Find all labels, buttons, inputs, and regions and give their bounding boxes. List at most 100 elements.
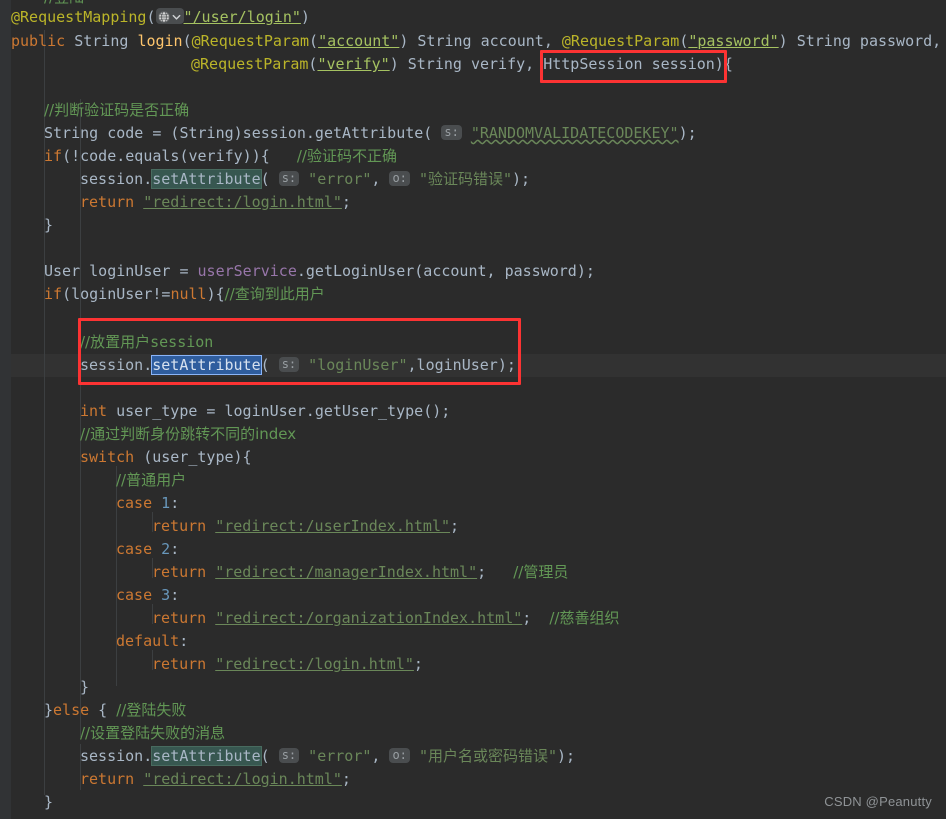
annotation-requestparam: @RequestParam <box>191 32 310 50</box>
code-line[interactable]: public String login(@RequestParam("accou… <box>11 30 941 53</box>
code-line[interactable]: }else { //登陆失败 <box>44 699 186 722</box>
switch-expression: (user_type){ <box>134 448 252 466</box>
string-redirect-login[interactable]: "redirect:/login.html" <box>143 770 342 788</box>
code-line[interactable]: session.setAttribute( s: "error", o: "用户… <box>80 745 575 768</box>
paren: ) <box>300 8 310 26</box>
keyword-return: return <box>152 655 207 673</box>
chevron-down-icon[interactable] <box>171 10 182 24</box>
case-value-3: 3 <box>161 586 171 604</box>
params-after-verify: ) String verify, <box>389 55 544 73</box>
param-verify[interactable]: "verify" <box>317 55 389 73</box>
method-setattribute-selected[interactable]: setAttribute <box>151 355 262 375</box>
params-after-password: ) String password, <box>778 32 942 50</box>
if-condition: (!code.equals(verify)){ <box>62 147 270 165</box>
code-line[interactable]: if(!code.equals(verify)){ //验证码不正确 <box>44 145 397 168</box>
type-string: String <box>74 32 129 50</box>
code-line[interactable]: session.setAttribute( s: "error", o: "验证… <box>80 168 530 191</box>
method-name-login[interactable]: login <box>137 32 182 50</box>
code-line[interactable]: //判断验证码是否正确 <box>44 99 189 122</box>
code-line[interactable]: return "redirect:/login.html"; <box>80 191 351 214</box>
param-password[interactable]: "password" <box>688 32 778 50</box>
string-redirect-userindex[interactable]: "redirect:/userIndex.html" <box>215 517 450 535</box>
code-line[interactable]: if(loginUser!=null){//查询到此用户 <box>44 283 325 306</box>
string-redirect-managerindex[interactable]: "redirect:/managerIndex.html" <box>215 563 477 581</box>
param-hint-o: o: <box>389 748 410 763</box>
param-hint-s: s: <box>278 357 300 372</box>
comment-put-user-session-cn: //放置用户 <box>80 333 151 351</box>
method-setattribute[interactable]: setAttribute <box>151 746 262 766</box>
comment-check-captcha: //判断验证码是否正确 <box>44 101 190 119</box>
keyword-return: return <box>152 609 207 627</box>
code-line[interactable]: @RequestParam("verify") String verify, H… <box>191 53 733 76</box>
code-line[interactable]: int user_type = loginUser.getUser_type()… <box>80 400 450 423</box>
code-line[interactable]: //通过判断身份跳转不同的index <box>80 423 296 446</box>
web-mapping-gutter-icon[interactable] <box>155 8 184 24</box>
string-error[interactable]: "error" <box>308 747 371 765</box>
code-line[interactable]: User loginUser = userService.getLoginUse… <box>44 260 595 283</box>
string-captcha-error-msg[interactable]: "验证码错误" <box>419 170 512 188</box>
annotation-requestparam-2: @RequestParam <box>561 32 680 50</box>
code-line[interactable]: } <box>44 214 53 237</box>
code-line[interactable]: @RequestMapping("/user/login") <box>11 6 310 29</box>
keyword-null: null <box>170 285 207 303</box>
keyword-int: int <box>80 402 108 420</box>
case-value-1: 1 <box>161 494 171 512</box>
code-line[interactable]: //普通用户 <box>116 469 186 492</box>
string-error[interactable]: "error" <box>308 170 371 188</box>
code-line[interactable]: switch (user_type){ <box>80 446 252 469</box>
param-account[interactable]: "account" <box>318 32 399 50</box>
call-getuser-type[interactable]: getUser_type <box>315 402 423 420</box>
session-object: session. <box>80 170 153 188</box>
code-content[interactable]: //登陆 @RequestMapping("/user/login") publ… <box>0 0 946 819</box>
code-line[interactable]: //放置用户session <box>80 331 213 354</box>
code-line[interactable]: return "redirect:/organizationIndex.html… <box>152 607 619 630</box>
params-after-account: ) String account, <box>399 32 562 50</box>
field-userservice[interactable]: userService <box>198 262 297 280</box>
string-redirect-login[interactable]: "redirect:/login.html" <box>143 193 342 211</box>
comment-set-fail-message: //设置登陆失败的消息 <box>80 724 226 742</box>
closing-brace: } <box>44 216 54 234</box>
comment-charity-org: //慈善组织 <box>549 609 620 627</box>
comment-login-failed: //登陆失败 <box>116 701 187 719</box>
keyword-case: case <box>116 494 153 512</box>
url-literal[interactable]: "/user/login" <box>184 8 301 26</box>
keyword-return: return <box>152 563 207 581</box>
var-loginuser: loginUser = <box>80 262 198 280</box>
annotation-requestparam-3: @RequestParam <box>191 55 309 73</box>
keyword-case: case <box>116 540 153 558</box>
closing-brace: } <box>44 793 54 811</box>
keyword-return: return <box>80 770 135 788</box>
param-hint-s: s: <box>278 748 300 763</box>
code-editor[interactable]: //登陆 @RequestMapping("/user/login") publ… <box>0 0 946 819</box>
code-line[interactable]: case 2: <box>116 538 179 561</box>
code-line[interactable]: //设置登陆失败的消息 <box>80 722 225 745</box>
code-line[interactable]: String code = (String)session.getAttribu… <box>44 122 697 145</box>
code-line[interactable]: } <box>44 791 53 814</box>
keyword-if: if <box>44 285 63 303</box>
code-line[interactable]: return "redirect:/userIndex.html"; <box>152 515 459 538</box>
code-line[interactable]: } <box>80 676 89 699</box>
comment-captcha-wrong: //验证码不正确 <box>296 147 397 165</box>
code-line[interactable]: return "redirect:/login.html"; <box>80 768 351 791</box>
arg-loginuser: ,loginUser); <box>407 356 516 374</box>
code-line[interactable]: return "redirect:/login.html"; <box>152 653 423 676</box>
comment-manager: //管理员 <box>513 563 569 581</box>
param-hint-s: s: <box>441 125 462 140</box>
comment-normal-user: //普通用户 <box>116 471 187 489</box>
param-hint-s: s: <box>278 171 300 186</box>
type-user: User <box>44 262 81 280</box>
comment-switch-by-role: //通过判断身份跳转不同的index <box>80 425 297 443</box>
code-line[interactable]: case 3: <box>116 584 179 607</box>
code-line[interactable]: session.setAttribute( s: "loginUser",log… <box>80 354 516 377</box>
keyword-return: return <box>80 193 135 211</box>
string-randomvalidatecodekey[interactable]: "RANDOMVALIDATECODEKEY" <box>471 124 679 142</box>
code-line[interactable]: default: <box>116 630 188 653</box>
string-bad-credentials-msg[interactable]: "用户名或密码错误" <box>419 747 557 765</box>
string-loginuser-key[interactable]: "loginUser" <box>308 356 407 374</box>
code-line[interactable]: case 1: <box>116 492 179 515</box>
string-redirect-login[interactable]: "redirect:/login.html" <box>215 655 414 673</box>
method-setattribute[interactable]: setAttribute <box>151 169 262 189</box>
call-getloginuser: getLoginUser(account, password); <box>305 262 595 280</box>
code-line[interactable]: return "redirect:/managerIndex.html"; //… <box>152 561 568 584</box>
string-redirect-organizationindex[interactable]: "redirect:/organizationIndex.html" <box>215 609 522 627</box>
